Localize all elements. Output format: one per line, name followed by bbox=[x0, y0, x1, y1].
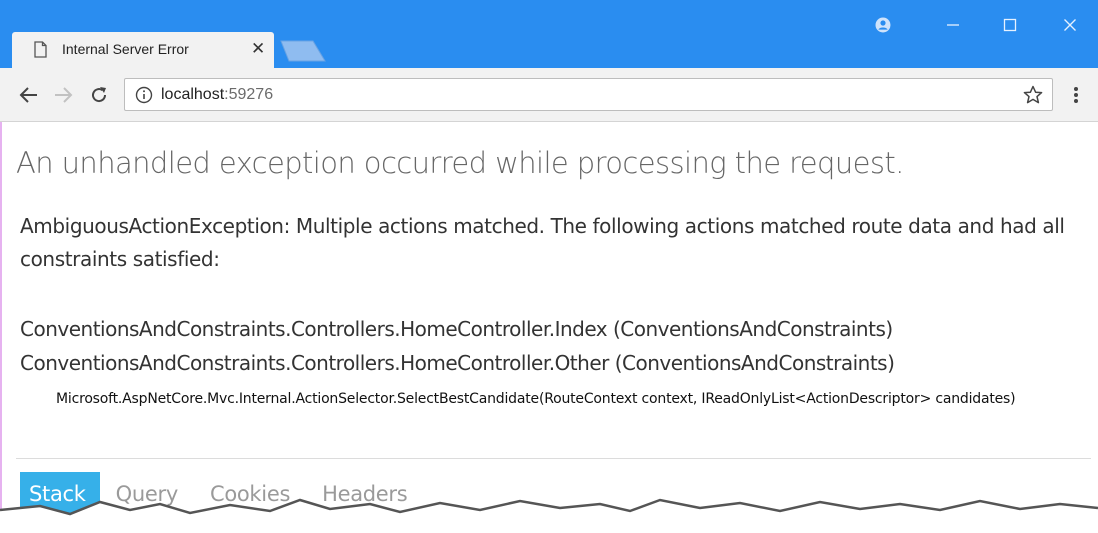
back-button[interactable] bbox=[16, 82, 42, 108]
url-port: :59276 bbox=[224, 86, 274, 103]
forward-arrow-icon bbox=[55, 87, 73, 103]
new-tab-button[interactable] bbox=[280, 40, 326, 62]
exception-location: Microsoft.AspNetCore.Mvc.Internal.Action… bbox=[56, 391, 1016, 407]
url-text[interactable]: localhost:59276 bbox=[161, 86, 273, 104]
back-arrow-icon bbox=[19, 87, 37, 103]
tab-close-icon[interactable]: ✕ bbox=[251, 40, 265, 58]
divider bbox=[16, 458, 1091, 459]
profile-icon[interactable] bbox=[868, 10, 898, 40]
page-content: An unhandled exception occurred while pr… bbox=[0, 122, 1098, 533]
exception-message: AmbiguousActionException: Multiple actio… bbox=[20, 214, 1065, 271]
reload-icon bbox=[92, 87, 107, 103]
minimize-button[interactable] bbox=[938, 10, 968, 40]
page-icon bbox=[34, 41, 47, 58]
matched-actions-list: ConventionsAndConstraints.Controllers.Ho… bbox=[20, 312, 1080, 380]
maximize-button[interactable] bbox=[995, 10, 1025, 40]
matched-action: ConventionsAndConstraints.Controllers.Ho… bbox=[20, 351, 895, 375]
star-icon[interactable] bbox=[1023, 85, 1043, 105]
info-icon[interactable] bbox=[135, 86, 153, 104]
matched-action: ConventionsAndConstraints.Controllers.Ho… bbox=[20, 317, 893, 341]
page-title: An unhandled exception occurred while pr… bbox=[16, 146, 904, 180]
forward-button[interactable] bbox=[50, 82, 76, 108]
reload-button[interactable] bbox=[86, 82, 112, 108]
address-bar[interactable]: localhost:59276 bbox=[124, 78, 1053, 111]
torn-edge bbox=[0, 498, 1098, 533]
tab-title: Internal Server Error bbox=[62, 41, 189, 57]
more-menu-icon bbox=[1074, 87, 1078, 103]
browser-titlebar: Internal Server Error ✕ bbox=[0, 0, 1098, 68]
more-menu-button[interactable] bbox=[1068, 82, 1084, 108]
browser-tab-active[interactable]: Internal Server Error ✕ bbox=[12, 32, 274, 68]
url-host: localhost bbox=[161, 86, 225, 103]
close-window-button[interactable] bbox=[1055, 10, 1085, 40]
browser-toolbar: localhost:59276 bbox=[0, 68, 1098, 122]
